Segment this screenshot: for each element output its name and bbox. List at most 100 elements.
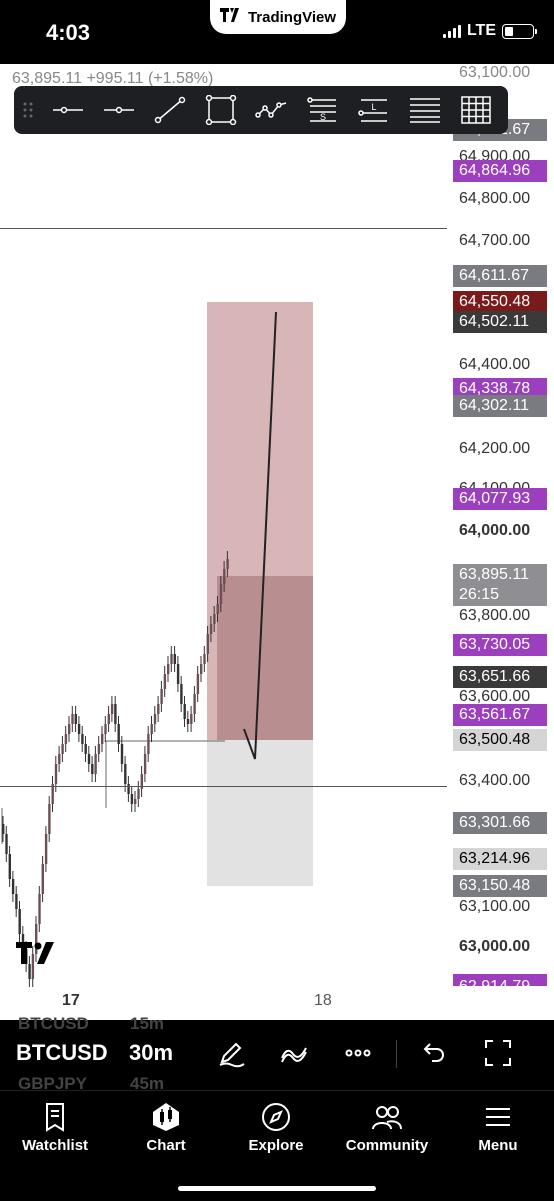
price-tag[interactable]: 64,864.96: [453, 160, 547, 182]
candle: [203, 654, 206, 664]
chart-icon: [153, 1103, 179, 1131]
price-tag[interactable]: 63,500.48: [453, 729, 547, 751]
price-axis-label: 63,800.00: [459, 607, 531, 624]
interval-selector[interactable]: 30m: [129, 1040, 173, 1066]
candle: [5, 834, 8, 854]
price-axis-label: 64,200.00: [459, 440, 531, 457]
price-axis-label: 64,400.00: [459, 356, 531, 373]
candle: [124, 764, 127, 784]
fullscreen-icon[interactable]: [481, 1036, 515, 1070]
tradingview-watermark-icon: [16, 942, 54, 964]
network-label: LTE: [466, 22, 496, 39]
candle: [68, 724, 71, 734]
candle: [18, 909, 21, 934]
status-time: 4:03: [46, 20, 91, 45]
price-tag[interactable]: 64,611.67: [453, 265, 547, 287]
candle: [226, 559, 229, 569]
price-tag[interactable]: 62,914.79: [453, 974, 547, 986]
horizontal-line-lower[interactable]: [0, 786, 447, 787]
tab-explore[interactable]: Explore: [226, 1101, 326, 1154]
price-tag[interactable]: 64,550.48: [453, 291, 547, 313]
candle: [51, 784, 54, 804]
candle: [186, 719, 190, 724]
candle: [173, 654, 176, 664]
price-tag[interactable]: 63,214.96: [453, 848, 547, 870]
price-tag[interactable]: 63,301.66: [453, 812, 547, 834]
candle: [2, 824, 5, 834]
price-tag[interactable]: 63,561.67: [453, 704, 547, 726]
app-pill[interactable]: TradingView: [210, 0, 346, 34]
undo-icon[interactable]: [416, 1036, 450, 1070]
candle: [94, 754, 97, 774]
candle: [134, 799, 137, 804]
price-tag[interactable]: 63,730.05: [453, 634, 547, 656]
symbol-selector[interactable]: BTCUSD: [16, 1040, 108, 1066]
status-bar: 4:03 TradingView LTE: [0, 0, 554, 64]
trend-line-icon[interactable]: [144, 86, 195, 134]
candle: [167, 664, 170, 674]
candle: [41, 864, 44, 894]
candle: [54, 764, 58, 784]
candle: [58, 754, 61, 764]
tab-watchlist[interactable]: Watchlist: [5, 1101, 105, 1154]
price-tag[interactable]: 64,502.11: [453, 311, 547, 333]
price-axis-label: 63,000.00: [459, 938, 531, 955]
last-price-tag[interactable]: 63,895.11 26:15: [453, 564, 547, 606]
tab-menu[interactable]: Menu: [448, 1101, 548, 1154]
candle: [216, 604, 219, 614]
tab-label: Explore: [248, 1137, 304, 1154]
price-axis-label: 64,700.00: [459, 232, 531, 249]
bottom-tab-bar: Watchlist Chart Explore Community Menu: [0, 1090, 554, 1201]
candle: [147, 734, 150, 754]
candle: [84, 744, 87, 754]
position-target-zone[interactable]: [207, 740, 313, 886]
tab-chart[interactable]: Chart: [116, 1101, 216, 1154]
price-axis-label: 63,100.00: [459, 64, 531, 81]
candle: [81, 734, 84, 744]
candle: [190, 714, 193, 724]
drawing-toolbar[interactable]: S L: [14, 86, 508, 134]
horizontal-line-upper[interactable]: [0, 228, 447, 229]
candlestick-series: [2, 551, 229, 987]
chart-canvas[interactable]: 63,895.11 +995.11 (+1.58%) 63,100.00 64,…: [0, 64, 554, 1020]
parallel-channel-icon[interactable]: S: [297, 86, 348, 134]
candle: [200, 664, 203, 674]
time-axis-label: 18: [314, 992, 332, 1009]
candle: [97, 744, 101, 754]
price-tag[interactable]: 64,302.11: [453, 395, 547, 417]
home-indicator: [178, 1186, 376, 1191]
candle: [15, 894, 18, 909]
gann-grid-icon[interactable]: [450, 86, 501, 134]
candle: [219, 584, 223, 604]
rectangle-icon[interactable]: [195, 86, 246, 134]
candle: [163, 674, 167, 689]
tradingview-logo-icon: [219, 8, 242, 26]
menu-icon: [486, 1108, 510, 1126]
candle: [77, 724, 81, 734]
candle: [183, 704, 186, 719]
price-axis-label: 64,000.00: [459, 522, 531, 539]
candle: [114, 704, 117, 724]
watchlist-icon: [46, 1103, 64, 1132]
drawing-tools-icon[interactable]: [214, 1036, 248, 1070]
candle: [120, 744, 124, 764]
tab-community[interactable]: Community: [337, 1101, 437, 1154]
candle: [28, 964, 31, 979]
drag-handle-icon[interactable]: [14, 86, 42, 134]
candle: [87, 754, 91, 764]
more-icon[interactable]: [341, 1036, 375, 1070]
fib-retracement-icon[interactable]: [399, 86, 450, 134]
price-tag[interactable]: 63,150.48: [453, 875, 547, 897]
price-tag[interactable]: 63,651.66: [453, 666, 547, 688]
horizontal-line-icon[interactable]: [42, 86, 93, 134]
long-position-icon[interactable]: L: [348, 86, 399, 134]
community-icon: [372, 1106, 402, 1130]
path-icon[interactable]: [246, 86, 297, 134]
price-tag[interactable]: 64,077.93: [453, 488, 547, 510]
horizontal-ray-icon[interactable]: [93, 86, 144, 134]
candle: [213, 614, 216, 624]
indicators-icon[interactable]: [277, 1036, 311, 1070]
candle: [74, 714, 77, 724]
candle: [209, 624, 213, 634]
time-axis-label: 17: [62, 992, 80, 1009]
